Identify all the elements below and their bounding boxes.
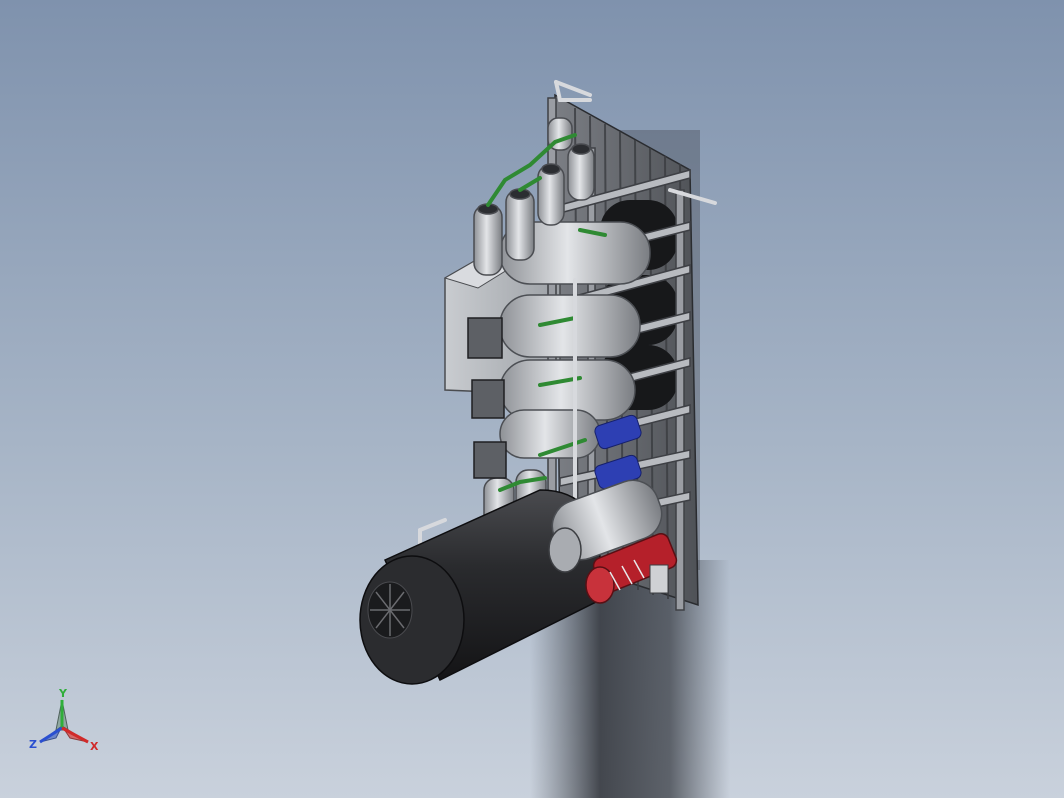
triad-x-label: X — [90, 740, 99, 753]
triad-y-label: Y — [58, 687, 68, 700]
graphics-viewport[interactable]: Y Z X — [0, 0, 1064, 798]
cad-model-icon[interactable] — [0, 0, 1064, 798]
triad-z-label: Z — [29, 738, 37, 751]
valve-actuators — [467, 317, 507, 479]
view-orientation-triad-icon[interactable]: Y Z X — [26, 686, 106, 756]
